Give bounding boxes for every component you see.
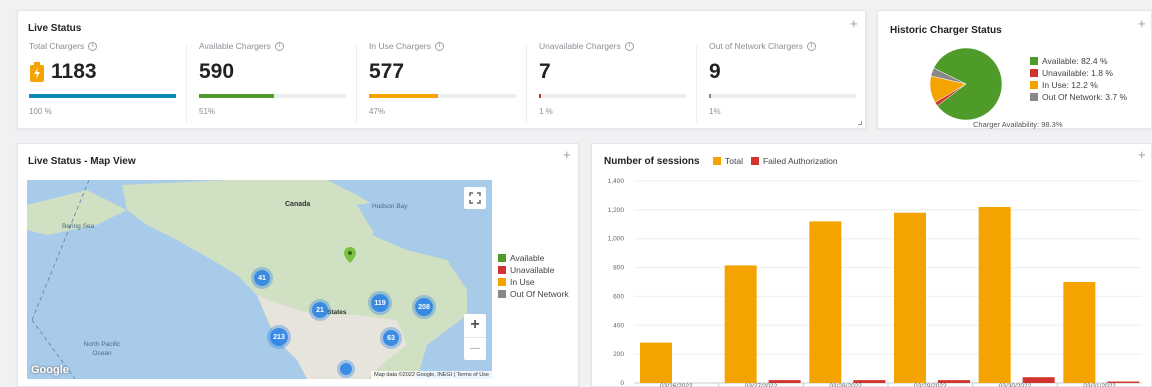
map-pin-icon[interactable] bbox=[344, 247, 356, 263]
live-status-card: Live Status + Total Chargers i 1183 100 %… bbox=[17, 10, 866, 129]
zoom-out-button[interactable]: — bbox=[464, 337, 486, 360]
y-tick-label: 1,000 bbox=[608, 236, 625, 243]
legend-item-available: Available bbox=[498, 252, 569, 264]
stat-percent: 1 % bbox=[539, 107, 553, 116]
x-tick-label: 03/30/2022 bbox=[999, 383, 1032, 387]
progress-bar bbox=[369, 94, 516, 98]
y-tick-label: 1,400 bbox=[608, 178, 625, 185]
expand-plus-icon[interactable]: + bbox=[1138, 17, 1146, 30]
x-tick-label: 03/27/2022 bbox=[745, 383, 778, 387]
progress-bar bbox=[29, 94, 176, 98]
bar-total[interactable] bbox=[809, 221, 842, 383]
historic-pie-chart bbox=[929, 47, 1003, 121]
legend-item-unavailable: Unavailable bbox=[498, 264, 569, 276]
stat-available-chargers: Available Chargers i 590 51% bbox=[199, 41, 349, 116]
stat-value: 590 bbox=[199, 60, 235, 83]
fullscreen-icon bbox=[469, 192, 481, 204]
google-logo: Google bbox=[31, 364, 69, 376]
map-attribution: Map data ©2022 Google, INEGI | Terms of … bbox=[371, 371, 492, 379]
bar-total[interactable] bbox=[640, 342, 672, 383]
charger-icon bbox=[30, 62, 44, 82]
expand-plus-icon[interactable]: + bbox=[850, 17, 858, 30]
historic-legend: Available: 82.4 % Unavailable: 1.8 % In … bbox=[1030, 55, 1127, 103]
map-label-canada: Canada bbox=[285, 201, 311, 208]
map-title: Live Status - Map View bbox=[28, 156, 136, 167]
stat-value: 9 bbox=[709, 60, 721, 83]
stat-value: 7 bbox=[539, 60, 551, 83]
legend-item-available: Available: 82.4 % bbox=[1030, 55, 1127, 67]
y-tick-label: 600 bbox=[613, 293, 624, 300]
map-label-pacific: North Pacific Ocean bbox=[83, 341, 121, 357]
x-tick-label: 03/28/2022 bbox=[829, 383, 862, 387]
map-cluster[interactable]: 41 bbox=[254, 270, 270, 286]
map-legend: Available Unavailable In Use Out Of Netw… bbox=[498, 252, 569, 300]
historic-title: Historic Charger Status bbox=[890, 25, 1002, 36]
stat-out-of-network-chargers: Out of Network Chargers i 9 1% bbox=[709, 41, 859, 116]
progress-bar bbox=[539, 94, 686, 98]
y-tick-label: 400 bbox=[613, 322, 624, 329]
legend-item-out-of-network: Out Of Network: 3.7 % bbox=[1030, 91, 1127, 103]
info-icon[interactable]: i bbox=[88, 41, 98, 51]
stat-percent: 100 % bbox=[29, 107, 52, 116]
fullscreen-button[interactable] bbox=[464, 187, 486, 209]
stat-label: Out of Network Chargers bbox=[709, 41, 804, 51]
legend-item-unavailable: Unavailable: 1.8 % bbox=[1030, 67, 1127, 79]
map-cluster[interactable]: 63 bbox=[383, 330, 399, 346]
progress-bar bbox=[709, 94, 856, 98]
map-canvas[interactable]: Canada Hudson Bay Bering Sea North Pacif… bbox=[27, 180, 492, 379]
stat-label: Available Chargers bbox=[199, 41, 271, 51]
historic-status-card: Historic Charger Status + Available: 82.… bbox=[877, 10, 1152, 129]
bar-total[interactable] bbox=[1063, 282, 1096, 383]
charger-availability: Charger Availability: 98.3% bbox=[973, 120, 1063, 129]
map-cluster[interactable] bbox=[340, 363, 352, 375]
info-icon[interactable]: i bbox=[434, 41, 444, 51]
stat-percent: 1% bbox=[709, 107, 721, 116]
legend-item-out-of-network: Out Of Network bbox=[498, 288, 569, 300]
map-label-states: States bbox=[327, 309, 347, 316]
x-tick-label: 03/26/2022 bbox=[660, 383, 693, 387]
resize-handle-icon[interactable] bbox=[858, 121, 862, 125]
legend-item-in-use: In Use bbox=[498, 276, 569, 288]
bar-total[interactable] bbox=[724, 265, 757, 383]
stat-percent: 47% bbox=[369, 107, 386, 116]
info-icon[interactable]: i bbox=[624, 41, 634, 51]
y-tick-label: 200 bbox=[613, 351, 624, 358]
y-tick-label: 1,200 bbox=[608, 207, 625, 214]
x-tick-label: 03/31/2022 bbox=[1083, 383, 1116, 387]
map-view-card: Live Status - Map View + Canada Hudson B… bbox=[17, 143, 579, 387]
info-icon[interactable]: i bbox=[274, 41, 284, 51]
expand-plus-icon[interactable]: + bbox=[563, 148, 571, 161]
x-tick-label: 03/29/2022 bbox=[914, 383, 947, 387]
stat-label: In Use Chargers bbox=[369, 41, 431, 51]
stat-value: 1183 bbox=[51, 60, 97, 83]
progress-bar bbox=[199, 94, 346, 98]
map-cluster[interactable]: 208 bbox=[415, 298, 433, 316]
stat-total-chargers: Total Chargers i 1183 100 % bbox=[29, 41, 179, 116]
info-icon[interactable]: i bbox=[807, 41, 817, 51]
sessions-bar-chart: 0 200 400 600 800 1,000 1,200 1,400 03/26/2022 03… bbox=[608, 178, 1142, 387]
map-cluster[interactable]: 21 bbox=[312, 302, 328, 318]
map-label-hudson-bay: Hudson Bay bbox=[372, 203, 408, 210]
terms-of-use-link[interactable]: Terms of Use bbox=[457, 372, 489, 378]
map-cluster[interactable]: 213 bbox=[270, 328, 288, 346]
stat-value: 577 bbox=[369, 60, 405, 83]
stat-label: Unavailable Chargers bbox=[539, 41, 621, 51]
zoom-controls: + — bbox=[464, 314, 486, 360]
bar-total[interactable] bbox=[978, 206, 1011, 383]
live-status-title: Live Status bbox=[28, 23, 82, 34]
map-label-bering-sea: Bering Sea bbox=[62, 223, 95, 230]
sessions-card: Number of sessions Total Failed Authoriz… bbox=[591, 143, 1152, 387]
y-tick-label: 800 bbox=[613, 265, 624, 272]
zoom-in-button[interactable]: + bbox=[464, 314, 486, 337]
legend-item-in-use: In Use: 12.2 % bbox=[1030, 79, 1127, 91]
stat-label: Total Chargers bbox=[29, 41, 85, 51]
stat-percent: 51% bbox=[199, 107, 216, 116]
y-tick-label: 0 bbox=[620, 380, 624, 387]
bar-total[interactable] bbox=[894, 212, 926, 383]
map-cluster[interactable]: 119 bbox=[371, 294, 389, 312]
stat-unavailable-chargers: Unavailable Chargers i 7 1 % bbox=[539, 41, 689, 116]
stat-in-use-chargers: In Use Chargers i 577 47% bbox=[369, 41, 519, 116]
